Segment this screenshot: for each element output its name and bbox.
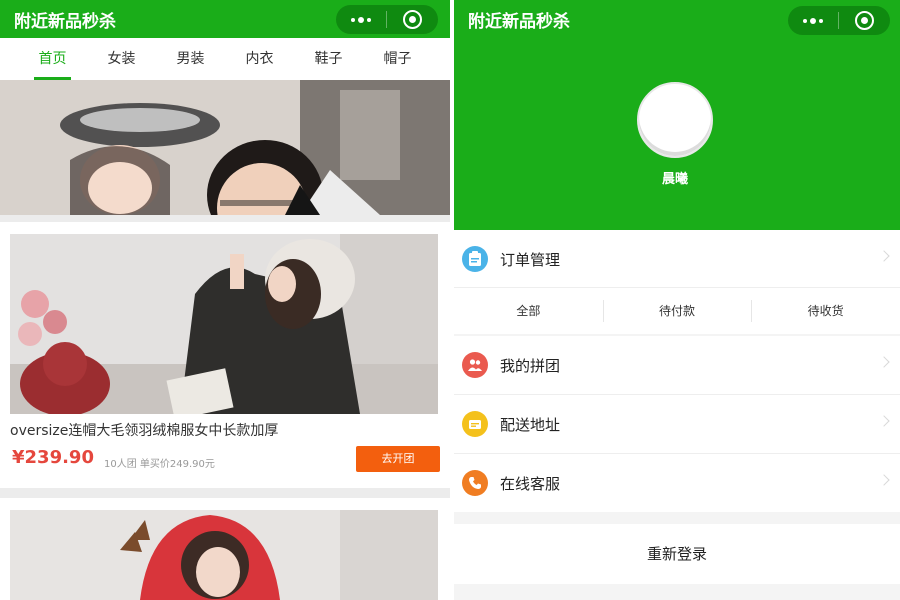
orders-label: 订单管理 — [500, 250, 561, 269]
app-screenshot: 附近新品秒杀 首页 女装 男装 内衣 鞋子 帽子 oversize连帽大毛领羽绒… — [0, 0, 900, 600]
product-card-2[interactable] — [0, 498, 450, 600]
profile-screen: 附近新品秒杀 晨曦 订单管理 全部 待付款 待收货 我的拼团 配送地址 在线客服… — [454, 0, 900, 600]
avatar[interactable] — [637, 82, 713, 158]
relogin-button[interactable]: 重新登录 — [454, 524, 900, 584]
promo-banner[interactable] — [0, 80, 450, 215]
target-circle-icon — [402, 10, 422, 29]
tab-mens[interactable]: 男装 — [156, 38, 225, 80]
order-clipboard-icon — [462, 246, 488, 272]
product-photo-2[interactable] — [10, 510, 438, 600]
service-label: 在线客服 — [500, 474, 561, 493]
product-group-info: 10人团 单买价249.90元 — [104, 459, 215, 470]
tab-shoes[interactable]: 鞋子 — [294, 38, 363, 80]
product-image — [10, 234, 438, 414]
order-status-tabs: 全部 待付款 待收货 — [454, 288, 900, 334]
more-button[interactable] — [336, 5, 386, 34]
service-row[interactable]: 在线客服 — [454, 454, 900, 512]
home-title: 附近新品秒杀 — [14, 12, 116, 32]
home-title-bar: 附近新品秒杀 — [0, 0, 450, 38]
user-nickname: 晨曦 — [661, 172, 688, 187]
chevron-right-icon — [878, 356, 890, 368]
order-tab-pending-payment[interactable]: 待付款 — [602, 288, 752, 334]
order-tab-pending-receipt[interactable]: 待收货 — [751, 288, 900, 334]
product-price: ¥239.90 — [12, 447, 94, 468]
tab-underwear[interactable]: 内衣 — [225, 38, 294, 80]
phone-icon — [462, 470, 488, 496]
order-tab-all[interactable]: 全部 — [454, 288, 603, 334]
profile-title-bar: 附近新品秒杀 — [454, 0, 900, 40]
miniapp-capsule-right — [788, 6, 890, 35]
chevron-right-icon — [878, 415, 890, 427]
address-label: 配送地址 — [500, 415, 561, 434]
orders-row[interactable]: 订单管理 — [454, 230, 900, 288]
banner-photo — [0, 80, 450, 215]
profile-title: 附近新品秒杀 — [468, 12, 570, 32]
tab-home[interactable]: 首页 — [18, 38, 87, 80]
tab-womens[interactable]: 女装 — [87, 38, 156, 80]
more-button-right[interactable] — [788, 6, 838, 35]
category-tabs: 首页 女装 男装 内衣 鞋子 帽子 — [0, 38, 450, 80]
miniapp-capsule — [336, 5, 438, 34]
product-card[interactable]: oversize连帽大毛领羽绒棉服女中长款加厚 ¥239.90 10人团 单买价… — [0, 222, 450, 488]
product-image-2 — [10, 510, 438, 600]
group-label: 我的拼团 — [500, 356, 561, 375]
menu-section: 我的拼团 配送地址 在线客服 — [454, 336, 900, 512]
tab-hats[interactable]: 帽子 — [363, 38, 432, 80]
product-photo[interactable] — [10, 234, 438, 414]
home-screen: 附近新品秒杀 首页 女装 男装 内衣 鞋子 帽子 oversize连帽大毛领羽绒… — [0, 0, 450, 600]
address-pin-icon — [462, 411, 488, 437]
address-row[interactable]: 配送地址 — [454, 395, 900, 453]
chevron-right-icon — [878, 474, 890, 486]
chevron-right-icon — [878, 250, 890, 262]
target-circle-icon — [854, 11, 874, 30]
more-dots-icon — [803, 17, 823, 24]
group-people-icon — [462, 352, 488, 378]
close-miniapp-button-right[interactable] — [839, 6, 889, 35]
close-miniapp-button[interactable] — [387, 5, 437, 34]
start-group-button[interactable]: 去开团 — [356, 446, 440, 472]
product-title: oversize连帽大毛领羽绒棉服女中长款加厚 — [10, 423, 279, 439]
group-row[interactable]: 我的拼团 — [454, 336, 900, 394]
more-dots-icon — [351, 16, 371, 23]
